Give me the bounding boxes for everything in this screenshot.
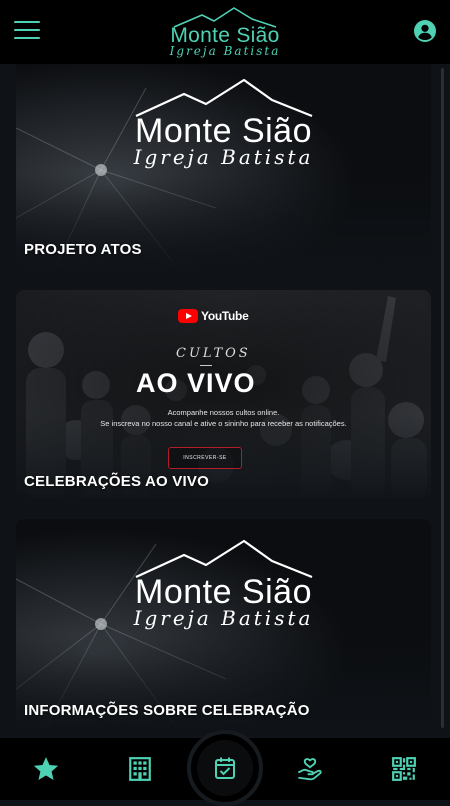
building-icon [129, 757, 151, 781]
card-logo: Monte Sião Igreja Batista [16, 76, 431, 169]
card-projeto-atos[interactable]: Monte Sião Igreja Batista PROJETO ATOS [16, 64, 431, 266]
card-informacoes-celebracao[interactable]: Monte Sião Igreja Batista INFORMAÇÕES SO… [16, 519, 431, 727]
star-icon [33, 757, 59, 780]
heart-hand-icon [297, 758, 322, 781]
cultos-label: CULTOS [176, 346, 251, 361]
youtube-logo: YouTube [178, 308, 249, 324]
qr-code-icon [392, 757, 416, 781]
nav-church[interactable] [125, 754, 155, 784]
live-description: Acompanhe nossos cultos online. Se inscr… [56, 407, 391, 429]
app-logo: Monte Sião Igreja Batista [160, 4, 290, 60]
nav-qr-code[interactable] [389, 754, 419, 784]
bottom-navigation [0, 730, 450, 806]
nav-schedule[interactable] [187, 730, 263, 806]
content-feed[interactable]: Monte Sião Igreja Batista PROJETO ATOS Y… [0, 64, 450, 738]
youtube-label: YouTube [201, 309, 249, 323]
calendar-check-icon [215, 757, 235, 779]
divider [200, 365, 212, 366]
hamburger-menu-icon[interactable] [14, 21, 40, 41]
card-logo-subtitle: Igreja Batista [133, 145, 314, 169]
description-line-2: Se inscreva no nosso canal e ative o sin… [100, 419, 347, 428]
youtube-play-icon [178, 309, 198, 323]
card-celebracoes-ao-vivo[interactable]: YouTube CULTOS AO VIVO Acompanhe nossos … [16, 290, 431, 498]
subscribe-button[interactable]: INSCREVER-SE [168, 447, 242, 469]
ao-vivo-heading: AO VIVO [136, 368, 256, 398]
description-line-1: Acompanhe nossos cultos online. [167, 408, 280, 417]
account-icon[interactable] [414, 20, 436, 42]
card-logo-subtitle: Igreja Batista [133, 606, 314, 630]
nav-favorites[interactable] [31, 754, 61, 784]
logo-subtitle: Igreja Batista [169, 44, 281, 58]
scrollbar[interactable] [441, 68, 444, 728]
card-logo: Monte Sião Igreja Batista [16, 537, 431, 630]
card-title: PROJETO ATOS [24, 241, 142, 258]
nav-donations[interactable] [295, 754, 325, 784]
app-header: Monte Sião Igreja Batista [0, 0, 450, 64]
card-title: CELEBRAÇÕES AO VIVO [24, 473, 209, 490]
card-title: INFORMAÇÕES SOBRE CELEBRAÇÃO [24, 702, 310, 719]
